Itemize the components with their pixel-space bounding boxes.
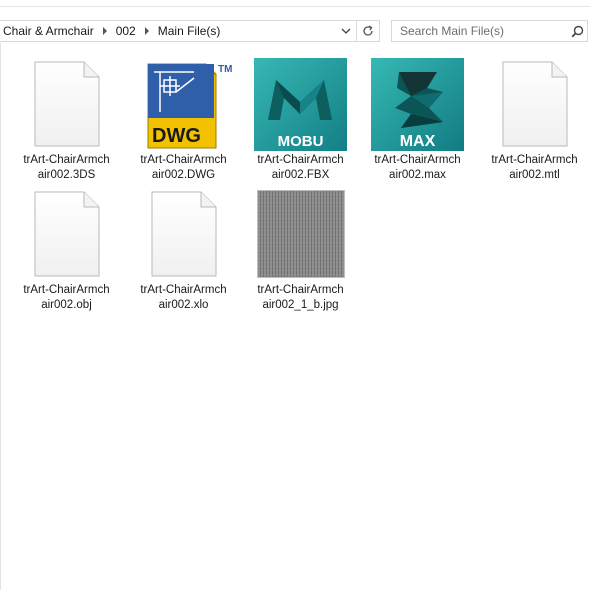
file-name: trArt-ChairArmch air002.3DS: [23, 154, 110, 181]
chevron-down-icon[interactable]: [336, 21, 356, 41]
search-box[interactable]: [391, 20, 588, 42]
file-item-xlo[interactable]: trArt-ChairArmch air002.xlo: [125, 186, 242, 314]
file-name: trArt-ChairArmch air002.DWG: [140, 154, 227, 181]
address-bar[interactable]: Chair & Armchair 002 Main File(s): [0, 20, 380, 42]
file-name: trArt-ChairArmch air002.FBX: [257, 154, 344, 181]
trademark-label: TM: [218, 64, 232, 75]
pane-border: [0, 43, 1, 590]
search-input[interactable]: [392, 21, 567, 41]
file-item-jpg[interactable]: trArt-ChairArmch air002_1_b.jpg: [242, 186, 359, 314]
breadcrumb-item-main-files[interactable]: Main File(s): [155, 24, 224, 38]
file-name: trArt-ChairArmch air002_1_b.jpg: [257, 284, 344, 311]
toolbar-divider: [0, 6, 590, 7]
file-item-max[interactable]: MAX trArt-ChairArmch air002.max: [359, 56, 476, 184]
file-item-3ds[interactable]: trArt-ChairArmch air002.3DS: [8, 56, 125, 184]
max-badge: MAX: [400, 133, 436, 150]
dwg-file-icon: DWG TM: [125, 56, 242, 152]
breadcrumb-separator-icon[interactable]: [144, 27, 149, 35]
dwg-badge: DWG: [152, 125, 201, 147]
file-item-mtl[interactable]: trArt-ChairArmch air002.mtl: [476, 56, 590, 184]
file-name: trArt-ChairArmch air002.mtl: [491, 154, 578, 181]
file-name: trArt-ChairArmch air002.max: [374, 154, 461, 181]
file-item-fbx[interactable]: MOBU trArt-ChairArmch air002.FBX: [242, 56, 359, 184]
mobu-badge: MOBU: [278, 133, 324, 150]
refresh-icon[interactable]: [357, 21, 379, 41]
blank-document-icon: [476, 56, 590, 152]
explorer-window: Chair & Armchair 002 Main File(s) Search…: [0, 0, 590, 590]
search-icon[interactable]: [567, 21, 587, 41]
file-name: trArt-ChairArmch air002.xlo: [140, 284, 227, 311]
3dsmax-icon: MAX: [359, 56, 476, 152]
file-item-obj[interactable]: trArt-ChairArmch air002.obj: [8, 186, 125, 314]
breadcrumb-item-002[interactable]: 002: [113, 24, 139, 38]
blank-document-icon: [125, 186, 242, 282]
file-name: trArt-ChairArmch air002.obj: [23, 284, 110, 311]
file-item-dwg[interactable]: DWG TM trArt-ChairArmch air002.DWG: [125, 56, 242, 184]
texture-thumbnail: [242, 186, 359, 282]
breadcrumb: Chair & Armchair 002 Main File(s): [0, 21, 336, 41]
blank-document-icon: [8, 186, 125, 282]
breadcrumb-separator-icon[interactable]: [102, 27, 107, 35]
breadcrumb-item-chair-armchair[interactable]: Chair & Armchair: [0, 24, 97, 38]
blank-document-icon: [8, 56, 125, 152]
motionbuilder-icon: MOBU: [242, 56, 359, 152]
